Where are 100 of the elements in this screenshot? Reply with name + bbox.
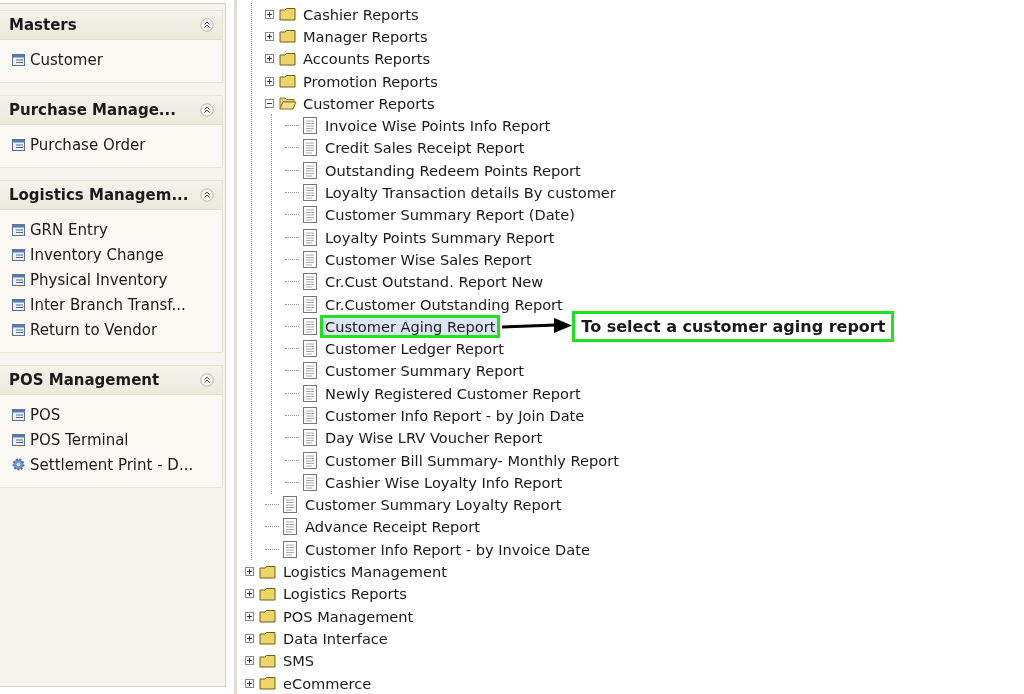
document-icon — [301, 384, 319, 402]
tree-report-item[interactable]: Customer Summary Report (Date) — [320, 203, 580, 227]
tree-folder-item[interactable]: Promotion Reports — [298, 69, 443, 93]
window-icon — [12, 433, 25, 446]
tree-report-item[interactable]: Newly Registered Customer Report — [320, 381, 586, 405]
document-icon — [301, 407, 319, 424]
tree-report-item[interactable]: Customer Bill Summary- Monthly Report — [320, 448, 624, 472]
tree-report-item[interactable]: Advance Receipt Report — [300, 515, 485, 539]
expand-toggle[interactable] — [245, 567, 257, 577]
collapse-toggle[interactable] — [265, 98, 277, 108]
collapse-icon[interactable] — [200, 188, 214, 202]
expand-toggle[interactable] — [265, 54, 277, 64]
window-icon — [12, 248, 25, 261]
folder-icon — [259, 631, 277, 646]
panel-title: Masters — [9, 16, 77, 34]
collapse-icon[interactable] — [200, 103, 214, 117]
document-icon — [301, 250, 319, 268]
menu-item[interactable]: Physical Inventory — [30, 270, 168, 289]
tree-report-item[interactable]: Customer Aging Report — [320, 314, 501, 338]
document-icon — [301, 473, 319, 491]
tree-report-item[interactable]: Cr.Cust Outstand. Report New — [320, 270, 549, 294]
folder-icon — [259, 586, 277, 601]
document-icon — [301, 139, 319, 157]
window-icon — [12, 298, 25, 311]
menu-item[interactable]: Purchase Order — [30, 135, 146, 154]
tree-folder-item[interactable]: Logistics Management — [278, 560, 452, 584]
annotation-label: To select a customer aging report — [572, 310, 895, 342]
open-folder-icon — [279, 96, 297, 111]
folder-icon — [259, 564, 277, 579]
tree-folder-item[interactable]: Manager Reports — [298, 24, 433, 48]
tree-report-item[interactable]: Loyalty Points Summary Report — [320, 225, 560, 249]
tree-folder-item[interactable]: POS Management — [278, 604, 419, 628]
tree-report-item[interactable]: Cashier Wise Loyalty Info Report — [320, 470, 568, 494]
expand-toggle[interactable] — [265, 76, 277, 86]
menu-item[interactable]: Settlement Print - D... — [30, 455, 194, 474]
collapse-icon[interactable] — [200, 18, 214, 32]
document-icon — [301, 184, 319, 201]
tree-report-item[interactable]: Customer Info Report - by Join Date — [320, 404, 590, 427]
tree-report-item[interactable]: Customer Ledger Report — [320, 337, 509, 361]
window-icon — [12, 53, 25, 66]
tree-folder-item[interactable]: Logistics Reports — [278, 582, 412, 606]
window-icon — [12, 223, 25, 236]
menu-item[interactable]: Inter Branch Transf... — [30, 295, 186, 314]
window-icon — [12, 323, 25, 336]
collapse-icon[interactable] — [200, 373, 214, 387]
expand-toggle[interactable] — [245, 589, 257, 599]
tree-report-item[interactable]: Outstanding Redeem Points Report — [320, 158, 586, 182]
gear-icon — [12, 458, 25, 471]
tree-report-item[interactable]: Invoice Wise Points Info Report — [320, 114, 556, 138]
window-icon — [12, 138, 25, 151]
document-icon — [301, 206, 319, 224]
menu-item[interactable]: Inventory Change — [30, 245, 164, 264]
document-icon — [301, 161, 319, 179]
tree-report-item[interactable]: Customer Summary Report — [320, 359, 530, 383]
folder-icon — [279, 74, 297, 89]
folder-icon — [259, 653, 277, 668]
tree-report-item[interactable]: Day Wise LRV Voucher Report — [320, 426, 548, 450]
document-icon — [281, 496, 299, 514]
arrow — [502, 318, 573, 335]
document-icon — [301, 362, 319, 380]
tree-folder-item[interactable]: Data Interface — [278, 626, 393, 650]
window-icon — [12, 408, 25, 421]
expand-toggle[interactable] — [265, 31, 277, 41]
panel-title: Logistics Managem... — [9, 186, 189, 204]
window-icon — [12, 273, 25, 286]
document-icon — [301, 317, 319, 335]
tree-report-item[interactable]: Customer Summary Loyalty Report — [300, 493, 567, 517]
document-icon — [301, 295, 319, 313]
tree-folder-item[interactable]: Cashier Reports — [298, 2, 424, 26]
tree-report-item[interactable]: Credit Sales Receipt Report — [320, 136, 530, 160]
document-icon — [301, 228, 319, 246]
expand-toggle[interactable] — [245, 678, 257, 688]
tree-folder-item[interactable]: SMS — [278, 649, 320, 673]
folder-icon — [279, 51, 297, 66]
menu-item[interactable]: Return to Vendor — [30, 320, 158, 339]
folder-icon — [279, 29, 297, 44]
tree-report-item[interactable]: Loyalty Transaction details By customer — [320, 181, 621, 205]
expand-toggle[interactable] — [245, 656, 257, 666]
menu-item[interactable]: POS — [30, 405, 61, 424]
tree-report-item[interactable]: Cr.Customer Outstanding Report — [320, 292, 568, 316]
document-icon — [301, 273, 319, 291]
document-icon — [281, 518, 299, 536]
menu-item[interactable]: GRN Entry — [30, 220, 108, 239]
expand-toggle[interactable] — [265, 9, 277, 19]
panel-title: Purchase Manage... — [9, 101, 176, 119]
document-icon — [301, 340, 319, 358]
menu-item[interactable]: POS Terminal — [30, 430, 129, 449]
tree-folder-item[interactable]: Accounts Reports — [298, 47, 436, 71]
menu-item[interactable]: Customer — [30, 50, 103, 69]
document-icon — [301, 451, 319, 469]
tree-report-item[interactable]: Customer Wise Sales Report — [320, 247, 537, 271]
tree-folder-item[interactable]: eCommerce — [278, 671, 377, 694]
tree-report-item[interactable]: Customer Info Report - by Invoice Date — [300, 537, 595, 561]
folder-icon — [279, 7, 297, 22]
folder-icon — [259, 676, 277, 691]
tree-folder-item[interactable]: Customer Reports — [298, 91, 440, 115]
expand-toggle[interactable] — [245, 611, 257, 621]
document-icon — [301, 117, 319, 135]
panel-title: POS Management — [9, 371, 160, 389]
expand-toggle[interactable] — [245, 633, 257, 643]
